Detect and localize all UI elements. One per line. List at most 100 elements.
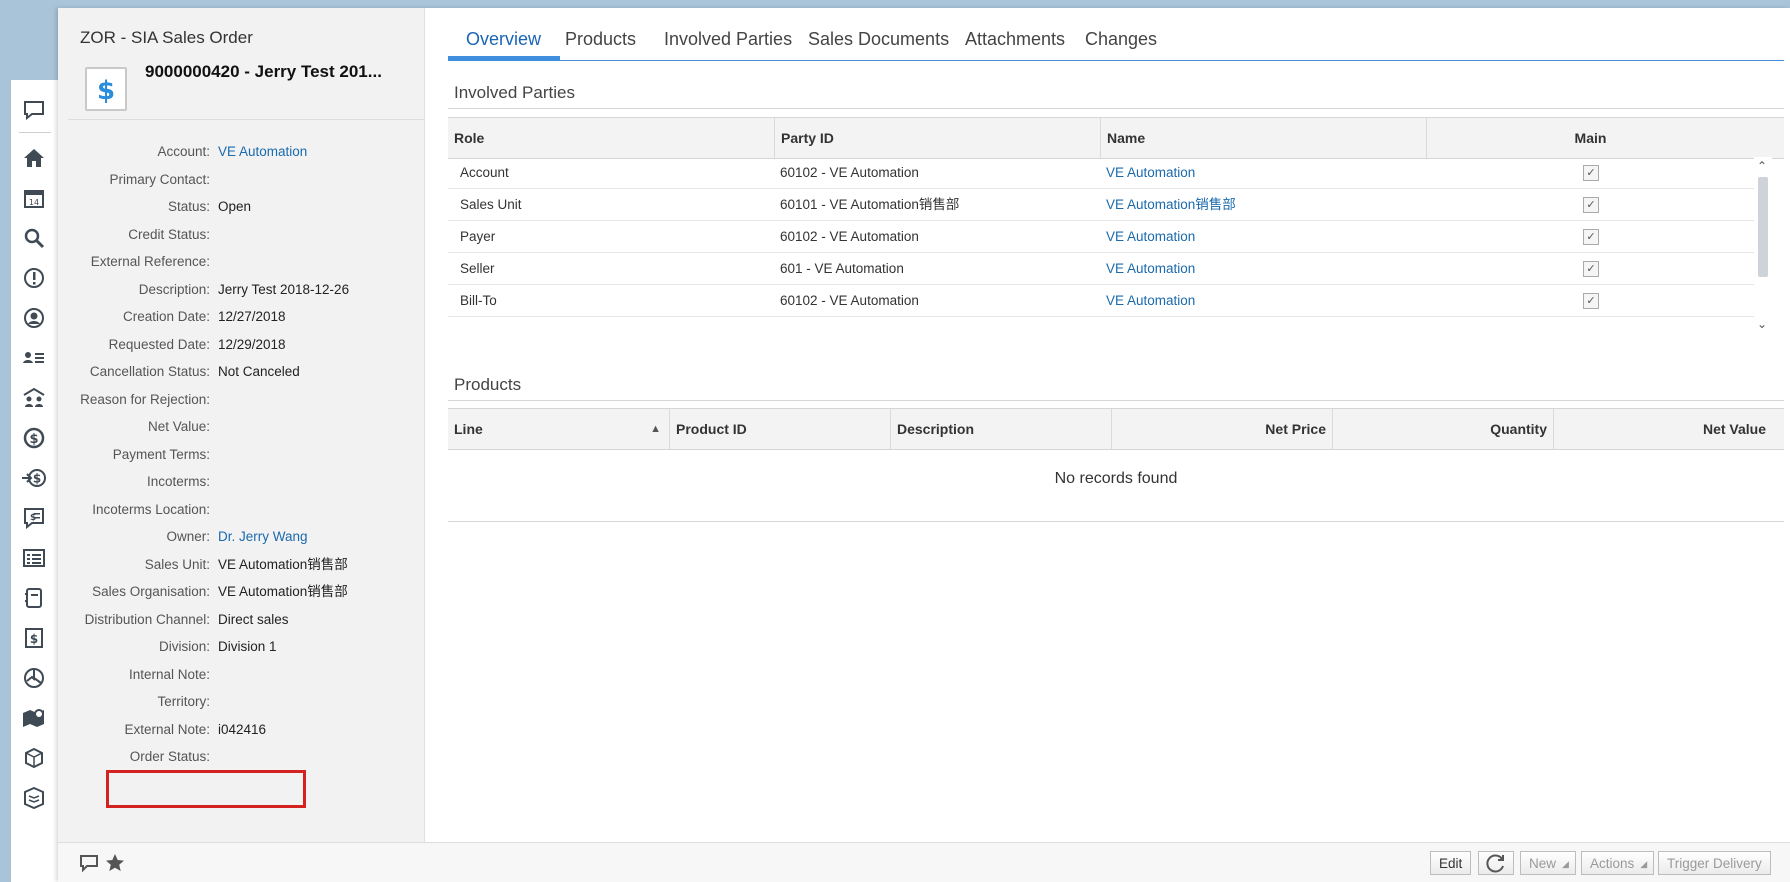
column-header-main[interactable]: Main (1426, 118, 1754, 158)
column-header-description[interactable]: Description (890, 409, 1111, 449)
scrollbar-thumb[interactable] (1758, 177, 1768, 277)
chevron-down-icon: ◢ (1640, 859, 1648, 869)
column-header-line[interactable]: Line ▲ (448, 409, 669, 449)
table-header: Role Party ID Name Main (448, 117, 1784, 159)
alert-icon[interactable] (21, 265, 47, 291)
feed-icon[interactable] (21, 97, 47, 123)
table-row[interactable]: Payer 60102 - VE Automation VE Automation ✓ (448, 221, 1754, 253)
field-label: Status: (167, 199, 210, 214)
field-label: External Reference: (90, 254, 210, 269)
scroll-down-icon[interactable]: ⌄ (1757, 317, 1767, 331)
sales-order-window: ZOR - SIA Sales Order $ 9000000420 - Jer… (58, 8, 1790, 882)
tab-sales-documents[interactable]: Sales Documents (808, 29, 949, 50)
field-value[interactable]: Dr. Jerry Wang (218, 526, 308, 548)
column-header-name[interactable]: Name (1100, 118, 1426, 158)
tab-attachments[interactable]: Attachments (965, 29, 1065, 50)
field-label: Incoterms Location: (92, 501, 210, 517)
svg-text:14: 14 (29, 198, 39, 207)
column-header-net-value[interactable]: Net Value (1553, 409, 1772, 449)
user-icon[interactable] (21, 305, 47, 331)
main-checkbox[interactable]: ✓ (1583, 165, 1599, 181)
organization-icon[interactable] (21, 385, 47, 411)
field-row: External Reference: (58, 251, 424, 273)
column-header-net-price[interactable]: Net Price (1111, 409, 1332, 449)
table-row[interactable]: Account 60102 - VE Automation VE Automatio… (448, 157, 1754, 189)
product-box-icon[interactable] (21, 745, 47, 771)
feed-icon[interactable] (78, 852, 100, 874)
table-row[interactable]: Seller 601 - VE Automation VE Automation ✓ (448, 253, 1754, 285)
field-row: Distribution Channel: Direct sales (58, 609, 424, 631)
tab-involved-parties[interactable]: Involved Parties (664, 29, 792, 50)
cell-name[interactable]: VE Automation (1106, 285, 1195, 317)
favorite-star-icon[interactable] (104, 852, 126, 874)
list-icon[interactable] (21, 545, 47, 571)
main-checkbox[interactable]: ✓ (1583, 261, 1599, 277)
table-row[interactable]: Sales Unit 60101 - VE Automation销售部 VE Aut… (448, 189, 1754, 221)
field-row: Net Value: (58, 416, 424, 438)
rail-divider (19, 132, 51, 133)
field-row: Description: Jerry Test 2018-12-26 (58, 279, 424, 301)
search-icon[interactable] (21, 225, 47, 251)
main-checkbox[interactable]: ✓ (1583, 293, 1599, 309)
field-row: Territory: (58, 691, 424, 713)
sales-dollar-icon[interactable]: $ (21, 425, 47, 451)
field-row: Division: Division 1 (58, 636, 424, 658)
field-label: Net Value: (147, 419, 210, 434)
object-type-label: ZOR - SIA Sales Order (80, 28, 253, 47)
calendar-icon[interactable]: 14 (21, 185, 47, 211)
new-button-label: New (1529, 856, 1557, 871)
edit-button[interactable]: Edit (1430, 851, 1472, 875)
cell-name[interactable]: VE Automation (1106, 221, 1195, 253)
field-label: Sales Organisation: (92, 584, 210, 599)
refresh-icon (1486, 854, 1504, 873)
home-icon[interactable] (21, 145, 47, 171)
field-row: Primary Contact: (58, 169, 424, 191)
field-label: External Note: (124, 721, 210, 737)
map-pin-icon[interactable] (21, 705, 47, 731)
column-header-role[interactable]: Role (448, 118, 774, 158)
trigger-delivery-button[interactable]: Trigger Delivery (1658, 851, 1771, 875)
table-row[interactable]: Bill-To 60102 - VE Automation VE Automatio… (448, 285, 1754, 317)
actions-button[interactable]: Actions ◢ (1581, 851, 1654, 875)
quote-icon[interactable]: $ (21, 505, 47, 531)
column-header-party-id[interactable]: Party ID (774, 118, 1100, 158)
table-scrollbar[interactable]: ⌃ ⌄ (1754, 157, 1772, 342)
field-label: Territory: (157, 694, 210, 709)
transfer-dollar-icon[interactable]: $ (21, 465, 47, 491)
field-label: Division: (158, 639, 210, 654)
products-stack-icon[interactable] (21, 785, 47, 811)
contacts-list-icon[interactable] (21, 345, 47, 371)
cell-name[interactable]: VE Automation (1106, 157, 1195, 189)
tab-changes[interactable]: Changes (1085, 29, 1157, 50)
field-value: Direct sales (218, 611, 289, 627)
navigation-rail: 14 $ $ $ $ (11, 80, 59, 882)
chevron-down-icon: ◢ (1562, 859, 1569, 869)
field-label: Distribution Channel: (84, 611, 210, 627)
cell-name[interactable]: VE Automation销售部 (1106, 189, 1236, 221)
main-checkbox[interactable]: ✓ (1583, 197, 1599, 213)
invoice-icon[interactable]: $ (21, 625, 47, 651)
sort-ascending-icon[interactable]: ▲ (650, 409, 661, 449)
tab-products[interactable]: Products (565, 29, 636, 50)
field-row: Owner: Dr. Jerry Wang (58, 526, 424, 548)
field-value: Open (218, 199, 252, 214)
notebook-icon[interactable] (21, 585, 47, 611)
scroll-up-icon[interactable]: ⌃ (1757, 159, 1767, 173)
field-value[interactable]: VE Automation (218, 141, 307, 163)
field-row: Internal Note: (58, 664, 424, 686)
field-value: Jerry Test 2018-12-26 (218, 281, 350, 297)
column-header-quantity[interactable]: Quantity (1332, 409, 1553, 449)
section-divider (448, 108, 1784, 109)
analytics-icon[interactable] (21, 665, 47, 691)
new-button[interactable]: New ◢ (1520, 851, 1576, 875)
column-header-product-id[interactable]: Product ID (669, 409, 890, 449)
tab-overview[interactable]: Overview (466, 29, 541, 50)
cell-name[interactable]: VE Automation (1106, 253, 1195, 285)
tab-strip: Overview Products Involved Parties Sales… (448, 18, 1784, 61)
main-checkbox[interactable]: ✓ (1583, 229, 1599, 245)
refresh-button[interactable] (1478, 851, 1514, 875)
header-divider (68, 119, 424, 120)
field-row: Incoterms: (58, 471, 424, 493)
svg-text:$: $ (33, 472, 41, 486)
cell-party-id: 60102 - VE Automation (780, 165, 919, 180)
